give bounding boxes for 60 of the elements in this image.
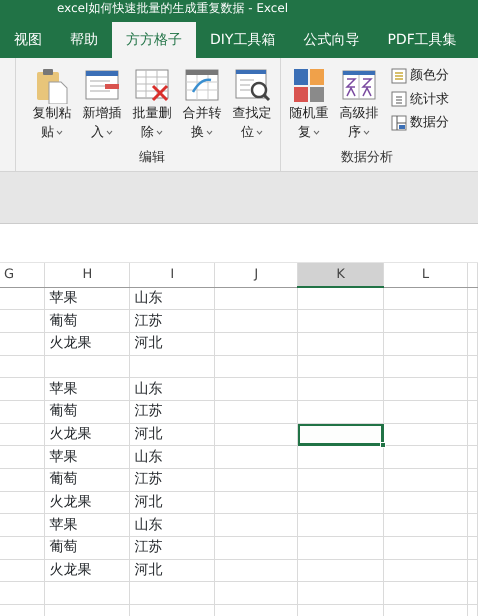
ribbon-small-button[interactable]: 颜色分 [391, 66, 449, 86]
table-cell: 葡萄 [49, 312, 78, 329]
caret-icon [312, 130, 320, 135]
table-cell: 火龙果 [49, 562, 92, 578]
ribbon-small-button[interactable]: 数据分 [391, 113, 449, 132]
ribbon-tab[interactable]: 公式向导 [289, 22, 374, 58]
table-cell: 山东 [134, 380, 162, 397]
table-cell: 葡萄 [49, 471, 78, 488]
table-cell: 江苏 [134, 471, 162, 488]
list-icon [391, 91, 407, 108]
table-cell: 苹果 [49, 380, 78, 397]
table-cell: 江苏 [134, 403, 162, 420]
table-cell: 苹果 [49, 516, 78, 533]
caret-icon [156, 130, 163, 135]
caret-icon [362, 130, 370, 135]
ribbon-small-button[interactable]: 统计求 [391, 90, 449, 109]
fill-handle[interactable] [380, 442, 386, 448]
ribbon-button[interactable]: 复制粘贴 [28, 66, 76, 148]
table-cell: 河北 [134, 426, 162, 442]
column-header[interactable]: K [298, 263, 384, 287]
table-cell: 苹果 [49, 448, 78, 465]
table-cell: 山东 [134, 448, 162, 465]
ribbon-tab[interactable]: DIY工具箱 [196, 22, 290, 58]
table-cell: 河北 [134, 494, 162, 510]
ribbon-button[interactable]: 合并转换 [178, 66, 226, 148]
table-cell: 火龙果 [49, 494, 92, 510]
column-header[interactable]: I [130, 263, 215, 287]
table-cell: 苹果 [49, 290, 78, 306]
table-cell: 江苏 [134, 539, 162, 556]
caret-icon [256, 130, 263, 135]
table-cell: 江苏 [134, 312, 162, 329]
ribbon-tab[interactable]: PDF工具集 [373, 22, 471, 58]
list-icon [391, 68, 407, 84]
ribbon-tab[interactable]: 视图 [0, 22, 56, 58]
column-header[interactable]: L [384, 263, 468, 287]
table-cell: 山东 [134, 290, 162, 306]
table-cell: 山东 [134, 516, 162, 533]
ribbon-button[interactable]: 随机重复 [285, 66, 333, 148]
ribbon-button[interactable]: 高级排序 [335, 66, 383, 148]
table-cell: 葡萄 [49, 539, 78, 556]
ribbon-tab[interactable]: 方方格子 [112, 22, 196, 58]
table-cell: 河北 [134, 562, 162, 578]
caret-icon [206, 130, 213, 135]
column-header[interactable]: H [44, 263, 130, 287]
caret-icon [106, 130, 113, 135]
table-cell: 葡萄 [49, 403, 78, 420]
group-label: 编辑 [138, 148, 166, 166]
ribbon-button[interactable]: 查找定位 [228, 66, 276, 148]
caret-icon [56, 130, 63, 135]
column-header[interactable]: G [0, 263, 45, 287]
ribbon-tab[interactable]: 帮助 [56, 22, 112, 58]
window-title: excel如何快速批量的生成重复数据 - Excel [57, 1, 288, 15]
table-cell[interactable] [298, 423, 384, 446]
ribbon-button[interactable]: 新增插入 [78, 66, 126, 148]
ribbon-button[interactable]: 批量删除 [128, 66, 176, 148]
table-cell: 河北 [134, 335, 162, 352]
table-cell: 火龙果 [49, 335, 92, 352]
table-split-icon [391, 114, 407, 131]
table-cell: 火龙果 [49, 426, 92, 442]
group-label: 数据分析 [340, 148, 394, 166]
